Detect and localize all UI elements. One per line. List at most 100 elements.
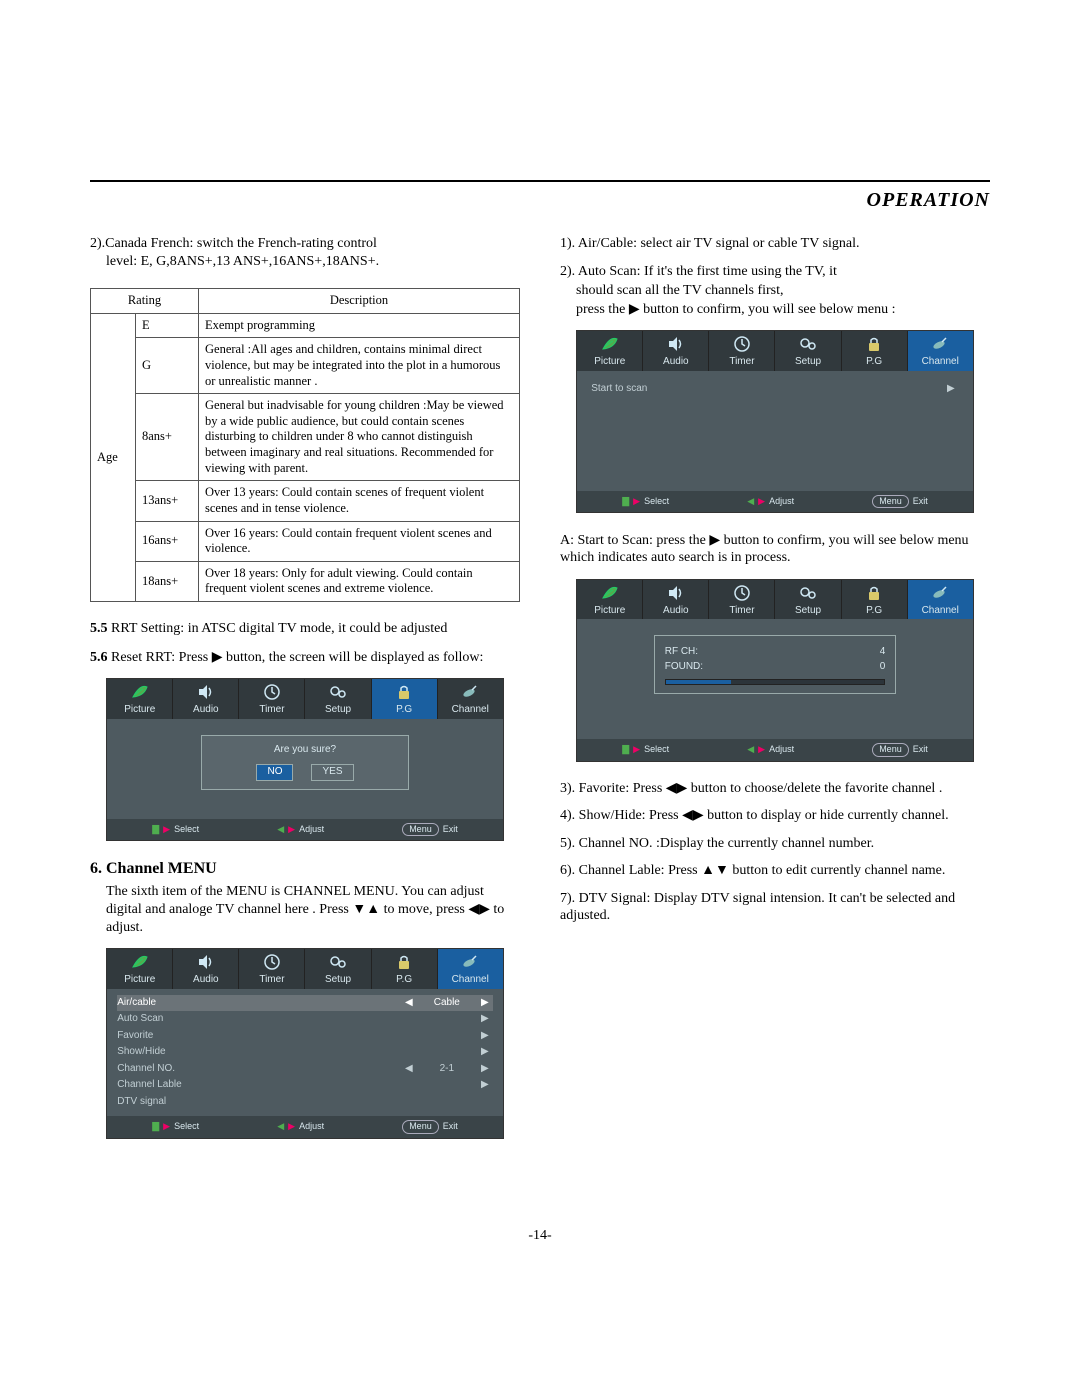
right-arrow-icon: ▶ [212, 648, 223, 664]
desc-cell: Over 16 years: Could contain frequent vi… [199, 521, 520, 561]
right-arrow-icon: ▶ [477, 1046, 493, 1059]
header-rule [90, 180, 990, 182]
rating-cell: 8ans+ [136, 394, 199, 481]
tab-label: Channel [908, 605, 973, 618]
menu-row[interactable]: Favorite ▶ [117, 1028, 493, 1045]
section-5-5: 5.5 RRT Setting: in ATSC digital TV mode… [90, 620, 520, 638]
osd-tab-timer[interactable]: Timer [709, 580, 775, 620]
lock-icon [842, 582, 907, 604]
left-right-arrow-icon: ◀▶ [468, 900, 490, 916]
sat-icon [438, 681, 503, 703]
page-number: -14- [90, 1227, 990, 1245]
lock-icon [842, 333, 907, 355]
footer-select: ▇▶ Select [152, 1121, 199, 1132]
osd-tab-audio[interactable]: Audio [643, 331, 709, 371]
osd-footer: ▇▶ Select◀▶ AdjustMenu Exit [107, 1116, 503, 1137]
osd-tab-picture[interactable]: Picture [577, 580, 643, 620]
clock-icon [709, 333, 774, 355]
menu-row[interactable]: Show/Hide▶ [117, 1044, 493, 1061]
speaker-icon [173, 681, 238, 703]
right-column: 1). Air/Cable: select air TV signal or c… [560, 235, 990, 1157]
rating-cell: 16ans+ [136, 521, 199, 561]
tab-label: Timer [239, 974, 304, 987]
rating-cell: 18ans+ [136, 561, 199, 601]
desc-cell: General :All ages and children, contains… [199, 338, 520, 394]
menu-row[interactable]: Air/cable◀Cable▶ [117, 995, 493, 1012]
osd-tab-audio[interactable]: Audio [173, 949, 239, 989]
osd-tab-picture[interactable]: Picture [577, 331, 643, 371]
leaf-icon [107, 951, 172, 973]
osd-tabs: PictureAudioTimerSetupP.GChannel [107, 679, 503, 719]
row-label: Favorite [117, 1030, 401, 1043]
footer-menu-exit: Menu Exit [402, 1120, 458, 1133]
leaf-icon [107, 681, 172, 703]
osd-tab-pg[interactable]: P.G [842, 580, 908, 620]
menu-pill: Menu [872, 495, 909, 508]
value: 4 [880, 646, 886, 659]
tab-label: Channel [438, 704, 503, 717]
no-button[interactable]: NO [256, 764, 293, 781]
menu-pill: Menu [402, 1120, 439, 1133]
osd-tab-pg[interactable]: P.G [842, 331, 908, 371]
text: to move, press [380, 902, 468, 917]
tab-label: Audio [173, 974, 238, 987]
osd-tabs: PictureAudioTimerSetupP.GChannel [107, 949, 503, 989]
rating-cell: E [136, 313, 199, 338]
osd-tab-pg[interactable]: P.G [372, 679, 438, 719]
right-arrow-icon: ▶ [477, 997, 493, 1010]
osd-tab-channel[interactable]: Channel [438, 949, 503, 989]
right-arrow-icon: ▶ [477, 1030, 493, 1043]
item-2c: press the ▶ button to confirm, you will … [560, 300, 990, 319]
osd-channel-menu: PictureAudioTimerSetupP.GChannel Air/cab… [106, 948, 504, 1138]
desc-cell: Over 18 years: Only for adult viewing. C… [199, 561, 520, 601]
lock-icon [372, 681, 437, 703]
label: Start to scan [591, 383, 943, 396]
osd-start-scan: PictureAudioTimerSetupP.GChannel Start t… [576, 330, 974, 513]
dialog-prompt: Are you sure? [202, 744, 408, 757]
desc-cell: Exempt programming [199, 313, 520, 338]
osd-tab-audio[interactable]: Audio [173, 679, 239, 719]
yes-button[interactable]: YES [311, 764, 353, 781]
osd-tab-timer[interactable]: Timer [239, 949, 305, 989]
leaf-icon [577, 333, 642, 355]
tab-label: Setup [305, 704, 370, 717]
gears-icon [305, 951, 370, 973]
menu-row[interactable]: DTV signal [117, 1094, 493, 1111]
item-2a: 2). Auto Scan: If it's the first time us… [560, 263, 990, 281]
osd-tab-setup[interactable]: Setup [775, 580, 841, 620]
row-value: 2-1 [417, 1063, 477, 1076]
tab-label: Channel [908, 356, 973, 369]
osd-tab-channel[interactable]: Channel [908, 331, 973, 371]
start-scan-row[interactable]: Start to scan ▶ [591, 381, 959, 398]
osd-tab-picture[interactable]: Picture [107, 949, 173, 989]
right-arrow-icon: ▶ [629, 300, 640, 316]
osd-tab-channel[interactable]: Channel [908, 580, 973, 620]
table-row: 8ans+ General but inadvisable for young … [91, 394, 520, 481]
osd-tab-pg[interactable]: P.G [372, 949, 438, 989]
osd-tab-picture[interactable]: Picture [107, 679, 173, 719]
osd-tab-timer[interactable]: Timer [709, 331, 775, 371]
confirm-dialog: Are you sure? NO YES [201, 735, 409, 790]
text: button to confirm, you will see below me… [640, 302, 896, 317]
speaker-icon [643, 333, 708, 355]
osd-tabs: PictureAudioTimerSetupP.GChannel [577, 331, 973, 371]
menu-row[interactable]: Auto Scan▶ [117, 1011, 493, 1028]
osd-tab-timer[interactable]: Timer [239, 679, 305, 719]
osd-tabs: PictureAudioTimerSetupP.GChannel [577, 580, 973, 620]
left-arrow-icon: ◀ [401, 1063, 417, 1076]
osd-tab-setup[interactable]: Setup [305, 949, 371, 989]
sat-icon [908, 333, 973, 355]
desc-cell: Over 13 years: Could contain scenes of f… [199, 481, 520, 521]
desc-cell: General but inadvisable for young childr… [199, 394, 520, 481]
osd-tab-audio[interactable]: Audio [643, 580, 709, 620]
osd-tab-channel[interactable]: Channel [438, 679, 503, 719]
text: A: Start to Scan: press the [560, 533, 709, 548]
menu-row[interactable]: Channel Lable▶ [117, 1077, 493, 1094]
tab-label: Picture [107, 704, 172, 717]
osd-tab-setup[interactable]: Setup [775, 331, 841, 371]
menu-row[interactable]: Channel NO.◀2-1▶ [117, 1061, 493, 1078]
th-description: Description [199, 289, 520, 314]
osd-body: Are you sure? NO YES [107, 719, 503, 819]
row-label: Channel Lable [117, 1079, 401, 1092]
osd-tab-setup[interactable]: Setup [305, 679, 371, 719]
